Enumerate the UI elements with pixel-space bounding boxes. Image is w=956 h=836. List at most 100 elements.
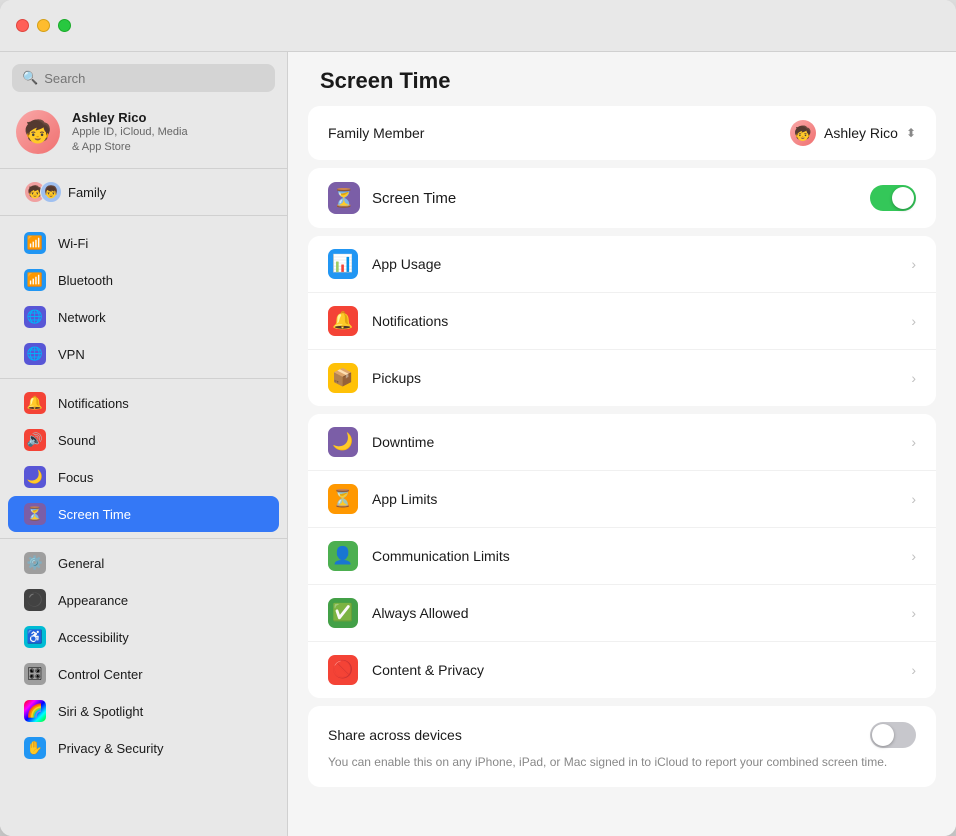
chevron-right-icon: ›: [911, 662, 916, 678]
menu-item-content-privacy[interactable]: 🚫 Content & Privacy ›: [308, 642, 936, 698]
usage-menu-card: 📊 App Usage › 🔔 Notifications › 📦 Pickup…: [308, 236, 936, 406]
minimize-button[interactable]: [37, 19, 50, 32]
sidebar-item-label: Wi-Fi: [58, 236, 88, 251]
screen-time-app-icon: ⏳: [328, 182, 360, 214]
member-avatar: 🧒: [790, 120, 816, 146]
family-label: Family: [68, 185, 106, 200]
downtime-icon: 🌙: [328, 427, 358, 457]
sidebar-divider-4: [0, 538, 287, 539]
screen-time-icon: ⏳: [24, 503, 46, 525]
sidebar-item-appearance[interactable]: ⚫ Appearance: [8, 582, 279, 618]
search-bar[interactable]: 🔍: [12, 64, 275, 92]
toggle-knob: [872, 724, 894, 746]
chevron-right-icon: ›: [911, 313, 916, 329]
siri-icon: 🌈: [24, 700, 46, 722]
search-input[interactable]: [44, 71, 265, 86]
menu-item-label: Pickups: [372, 370, 897, 386]
control-center-icon: 🎛: [24, 663, 46, 685]
sidebar-item-network[interactable]: 🌐 Network: [8, 299, 279, 335]
family-avatars: 🧒 👦: [24, 181, 56, 203]
menu-item-label: App Usage: [372, 256, 897, 272]
focus-icon: 🌙: [24, 466, 46, 488]
sidebar-item-wifi[interactable]: 📶 Wi-Fi: [8, 225, 279, 261]
share-desc: You can enable this on any iPhone, iPad,…: [328, 754, 916, 771]
network-icon: 🌐: [24, 306, 46, 328]
communication-limits-icon: 👤: [328, 541, 358, 571]
accessibility-icon: ♿: [24, 626, 46, 648]
menu-item-communication-limits[interactable]: 👤 Communication Limits ›: [308, 528, 936, 585]
chevron-right-icon: ›: [911, 491, 916, 507]
menu-item-always-allowed[interactable]: ✅ Always Allowed ›: [308, 585, 936, 642]
menu-item-label: Downtime: [372, 434, 897, 450]
sidebar: 🔍 🧒 Ashley Rico Apple ID, iCloud, Media&…: [0, 52, 288, 836]
sidebar-item-control-center[interactable]: 🎛 Control Center: [8, 656, 279, 692]
close-button[interactable]: [16, 19, 29, 32]
sidebar-item-siri-spotlight[interactable]: 🌈 Siri & Spotlight: [8, 693, 279, 729]
sidebar-item-notifications[interactable]: 🔔 Notifications: [8, 385, 279, 421]
limits-menu-card: 🌙 Downtime › ⏳ App Limits › 👤 Communicat…: [308, 414, 936, 698]
sidebar-item-label: Control Center: [58, 667, 143, 682]
traffic-lights: [16, 19, 71, 32]
menu-item-downtime[interactable]: 🌙 Downtime ›: [308, 414, 936, 471]
chevron-updown-icon: ⬍: [906, 126, 916, 140]
menu-item-label: Content & Privacy: [372, 662, 897, 678]
sidebar-item-focus[interactable]: 🌙 Focus: [8, 459, 279, 495]
sidebar-item-privacy-security[interactable]: ✋ Privacy & Security: [8, 730, 279, 766]
chevron-right-icon: ›: [911, 434, 916, 450]
main-header: Screen Time: [288, 52, 956, 106]
sidebar-item-general[interactable]: ⚙️ General: [8, 545, 279, 581]
screen-time-toggle-row: ⏳ Screen Time: [308, 168, 936, 228]
titlebar: [0, 0, 956, 52]
content-area: 🔍 🧒 Ashley Rico Apple ID, iCloud, Media&…: [0, 52, 956, 836]
sidebar-divider-3: [0, 378, 287, 379]
menu-item-app-limits[interactable]: ⏳ App Limits ›: [308, 471, 936, 528]
sidebar-item-sound[interactable]: 🔊 Sound: [8, 422, 279, 458]
sidebar-divider-1: [0, 168, 287, 169]
pickups-icon: 📦: [328, 363, 358, 393]
screen-time-toggle[interactable]: [870, 185, 916, 211]
sidebar-item-vpn[interactable]: 🌐 VPN: [8, 336, 279, 372]
share-section: Share across devices You can enable this…: [308, 706, 936, 787]
sidebar-item-bluetooth[interactable]: 📶 Bluetooth: [8, 262, 279, 298]
sidebar-item-label: Privacy & Security: [58, 741, 163, 756]
screen-time-left: ⏳ Screen Time: [328, 182, 456, 214]
chevron-right-icon: ›: [911, 605, 916, 621]
share-title: Share across devices: [328, 727, 462, 743]
sidebar-item-label: Appearance: [58, 593, 128, 608]
family-member-label: Family Member: [328, 125, 424, 141]
sidebar-item-label: Focus: [58, 470, 93, 485]
chevron-right-icon: ›: [911, 256, 916, 272]
sidebar-item-family[interactable]: 🧒 👦 Family: [8, 174, 279, 210]
maximize-button[interactable]: [58, 19, 71, 32]
user-name: Ashley Rico: [72, 110, 188, 125]
privacy-icon: ✋: [24, 737, 46, 759]
search-icon: 🔍: [22, 70, 38, 86]
family-avatar-2: 👦: [40, 181, 62, 203]
sound-icon: 🔊: [24, 429, 46, 451]
menu-item-app-usage[interactable]: 📊 App Usage ›: [308, 236, 936, 293]
member-name: Ashley Rico: [824, 125, 898, 141]
chevron-right-icon: ›: [911, 548, 916, 564]
menu-item-notifications[interactable]: 🔔 Notifications ›: [308, 293, 936, 350]
app-limits-icon: ⏳: [328, 484, 358, 514]
share-row: Share across devices: [328, 722, 916, 748]
toggle-knob: [892, 187, 914, 209]
menu-item-label: Communication Limits: [372, 548, 897, 564]
notifications-icon: 🔔: [24, 392, 46, 414]
appearance-icon: ⚫: [24, 589, 46, 611]
menu-item-pickups[interactable]: 📦 Pickups ›: [308, 350, 936, 406]
sidebar-item-label: Sound: [58, 433, 96, 448]
wifi-icon: 📶: [24, 232, 46, 254]
user-section[interactable]: 🧒 Ashley Rico Apple ID, iCloud, Media& A…: [0, 100, 287, 164]
main-panel: Screen Time Family Member 🧒 Ashley Rico …: [288, 52, 956, 836]
screen-time-label: Screen Time: [372, 190, 456, 207]
menu-item-label: Notifications: [372, 313, 897, 329]
family-member-row[interactable]: Family Member 🧒 Ashley Rico ⬍: [308, 106, 936, 160]
sidebar-item-label: Notifications: [58, 396, 129, 411]
share-toggle[interactable]: [870, 722, 916, 748]
main-window: 🔍 🧒 Ashley Rico Apple ID, iCloud, Media&…: [0, 0, 956, 836]
page-title: Screen Time: [320, 68, 924, 94]
sidebar-item-screen-time[interactable]: ⏳ Screen Time: [8, 496, 279, 532]
sidebar-item-label: Network: [58, 310, 106, 325]
sidebar-item-accessibility[interactable]: ♿ Accessibility: [8, 619, 279, 655]
